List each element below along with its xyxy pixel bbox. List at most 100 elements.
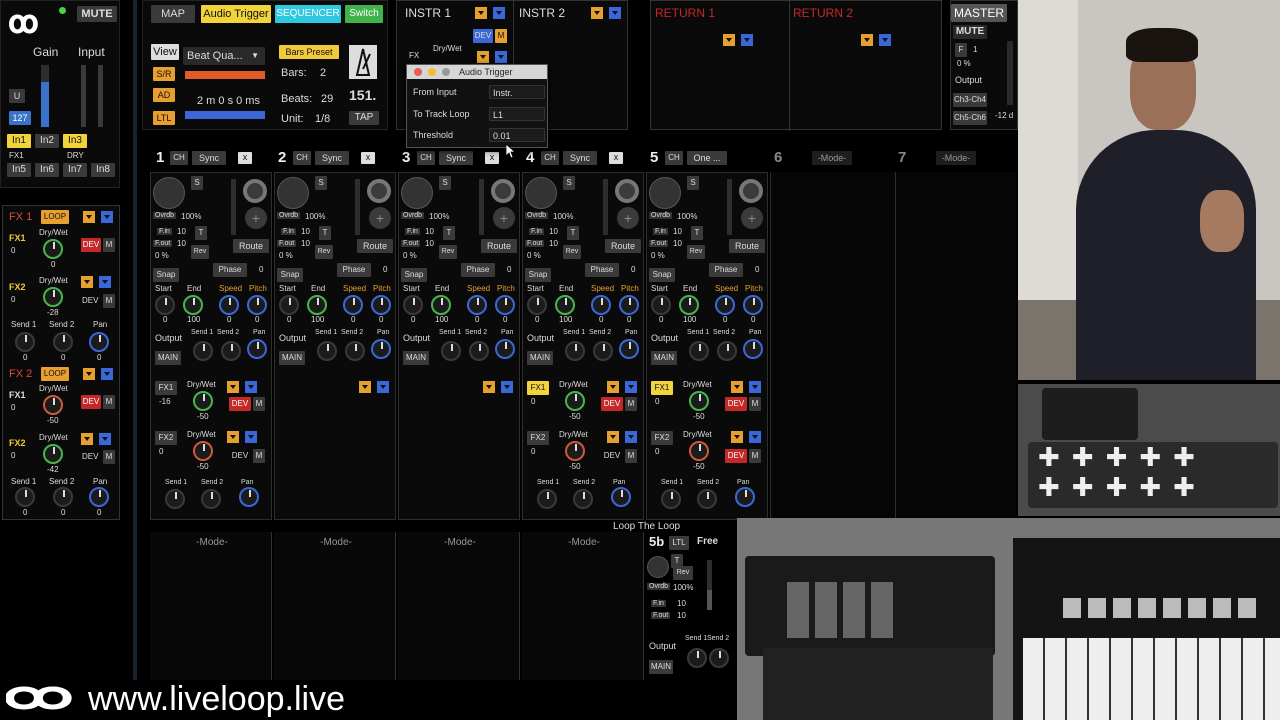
fx2-pan-knob[interactable]: [89, 487, 109, 507]
ltl-volume-fader[interactable]: [707, 560, 712, 610]
track2-fx-output-dropdown[interactable]: [377, 381, 389, 393]
track4-fx2-device-dropdown[interactable]: [607, 431, 619, 443]
ltl-mode-button[interactable]: LTL: [669, 536, 689, 550]
track3-t-button[interactable]: T: [443, 226, 455, 240]
ltl-free-label[interactable]: Free: [697, 536, 718, 547]
track3-fx-device-dropdown[interactable]: [483, 381, 495, 393]
fx1-row1-m-button[interactable]: M: [103, 238, 115, 252]
input-in8[interactable]: In8: [91, 163, 115, 177]
track3-ch-button[interactable]: CH: [417, 151, 435, 165]
instr2-output-dropdown[interactable]: [609, 7, 621, 19]
slot1-mode[interactable]: -Mode-: [190, 537, 234, 548]
track2-pitch-knob[interactable]: [371, 295, 391, 315]
track1-speed-knob[interactable]: [219, 295, 239, 315]
track2-snap-button[interactable]: Snap: [277, 268, 303, 282]
track4-fx1-drywet-knob[interactable]: [565, 391, 585, 411]
fx1-row2-device-dropdown[interactable]: [81, 276, 93, 288]
return1-device-dropdown[interactable]: [723, 34, 735, 46]
track5-fx2-dev-button[interactable]: DEV: [725, 449, 747, 463]
track4-fx1-m-button[interactable]: M: [625, 397, 637, 411]
ltl-play-button[interactable]: [647, 556, 669, 578]
track1-end-knob[interactable]: [183, 295, 203, 315]
track1-add-button[interactable]: +: [245, 207, 267, 229]
track4-rev-button[interactable]: Rev: [563, 245, 581, 259]
track4-fx2-m-button[interactable]: M: [625, 449, 637, 463]
fx2-row1-dev-button[interactable]: DEV: [81, 395, 101, 409]
track1-fx-send1-knob[interactable]: [165, 489, 185, 509]
sequencer-button[interactable]: SEQUENCER: [275, 5, 341, 23]
track1-fx2-dev-button[interactable]: DEV: [229, 449, 251, 463]
track5-start-knob[interactable]: [651, 295, 671, 315]
track1-pitch-knob[interactable]: [247, 295, 267, 315]
track4-start-knob[interactable]: [527, 295, 547, 315]
track4-play-button[interactable]: [525, 177, 557, 209]
track1-fx2-drywet-knob[interactable]: [193, 441, 213, 461]
track4-record-button[interactable]: [615, 179, 639, 203]
instr2-device-dropdown[interactable]: [591, 7, 603, 19]
slot4-mode[interactable]: -Mode-: [562, 537, 606, 548]
fx1-output-dropdown[interactable]: [101, 211, 113, 223]
track1-fx-pan-knob[interactable]: [239, 487, 259, 507]
track2-fx-device-dropdown[interactable]: [359, 381, 371, 393]
track4-t-button[interactable]: T: [567, 226, 579, 240]
track2-phase-button[interactable]: Phase: [337, 263, 371, 277]
track5-fx2-drywet-knob[interactable]: [689, 441, 709, 461]
track1-send2-knob[interactable]: [221, 341, 241, 361]
track2-send1-knob[interactable]: [317, 341, 337, 361]
track1-fx2-tag[interactable]: FX2: [155, 431, 177, 445]
track2-rev-button[interactable]: Rev: [315, 245, 333, 259]
u-button[interactable]: U: [9, 89, 25, 103]
track2-solo-button[interactable]: S: [315, 176, 327, 190]
fx2-row2-dev[interactable]: DEV: [82, 452, 98, 461]
mute-button[interactable]: MUTE: [77, 6, 117, 22]
popup-to-track-loop-select[interactable]: L1: [489, 107, 545, 121]
slot3-mode[interactable]: -Mode-: [438, 537, 482, 548]
track5-pitch-knob[interactable]: [743, 295, 763, 315]
return2-output-dropdown[interactable]: [879, 34, 891, 46]
track3-volume-fader[interactable]: [479, 179, 484, 235]
track1-volume-fader[interactable]: [231, 179, 236, 235]
track1-snap-button[interactable]: Snap: [153, 268, 179, 282]
track4-solo-button[interactable]: S: [563, 176, 575, 190]
track2-speed-knob[interactable]: [343, 295, 363, 315]
track1-t-button[interactable]: T: [195, 226, 207, 240]
track2-end-knob[interactable]: [307, 295, 327, 315]
audio-trigger-button[interactable]: Audio Trigger: [201, 5, 271, 23]
track3-send2-knob[interactable]: [469, 341, 489, 361]
ltl-send1-knob[interactable]: [687, 648, 707, 668]
instr1-fx-device-dropdown[interactable]: [477, 51, 489, 63]
fx1-loop-button[interactable]: LOOP: [41, 210, 69, 224]
track1-fx-device-dropdown[interactable]: [227, 381, 239, 393]
master-ch34-button[interactable]: Ch3-Ch4: [953, 93, 987, 107]
track3-add-button[interactable]: +: [493, 207, 515, 229]
fx1-send1-knob[interactable]: [15, 332, 35, 352]
close-icon[interactable]: [414, 68, 422, 76]
map-button[interactable]: MAP: [151, 5, 195, 23]
track4-fx2-drywet-knob[interactable]: [565, 441, 585, 461]
ad-button[interactable]: AD: [153, 88, 175, 102]
fx1-row2-drywet-knob[interactable]: [43, 287, 63, 307]
track4-add-button[interactable]: +: [617, 207, 639, 229]
fx1-row2-dev[interactable]: DEV: [82, 296, 98, 305]
track1-phase-button[interactable]: Phase: [213, 263, 247, 277]
track3-play-button[interactable]: [401, 177, 433, 209]
track1-fx2-m-button[interactable]: M: [253, 449, 265, 463]
instr1-output-dropdown[interactable]: [493, 7, 505, 19]
minimize-icon[interactable]: [428, 68, 436, 76]
track5-add-button[interactable]: +: [741, 207, 763, 229]
fx1-pan-knob[interactable]: [89, 332, 109, 352]
bars-preset-button[interactable]: Bars Preset: [279, 45, 339, 59]
input-in3[interactable]: In3: [63, 134, 87, 148]
track4-end-knob[interactable]: [555, 295, 575, 315]
preset-dropdown[interactable]: Beat Qua... ▼: [183, 47, 265, 65]
track3-fx-output-dropdown[interactable]: [501, 381, 513, 393]
track2-start-knob[interactable]: [279, 295, 299, 315]
track3-start-knob[interactable]: [403, 295, 423, 315]
track1-send1-knob[interactable]: [193, 341, 213, 361]
track4-pan-knob[interactable]: [619, 339, 639, 359]
track3-end-knob[interactable]: [431, 295, 451, 315]
track2-sync-button[interactable]: Sync: [315, 151, 349, 165]
track5-main-button[interactable]: MAIN: [651, 351, 677, 365]
switch-button[interactable]: Switch: [345, 5, 383, 23]
track4-send1-knob[interactable]: [565, 341, 585, 361]
